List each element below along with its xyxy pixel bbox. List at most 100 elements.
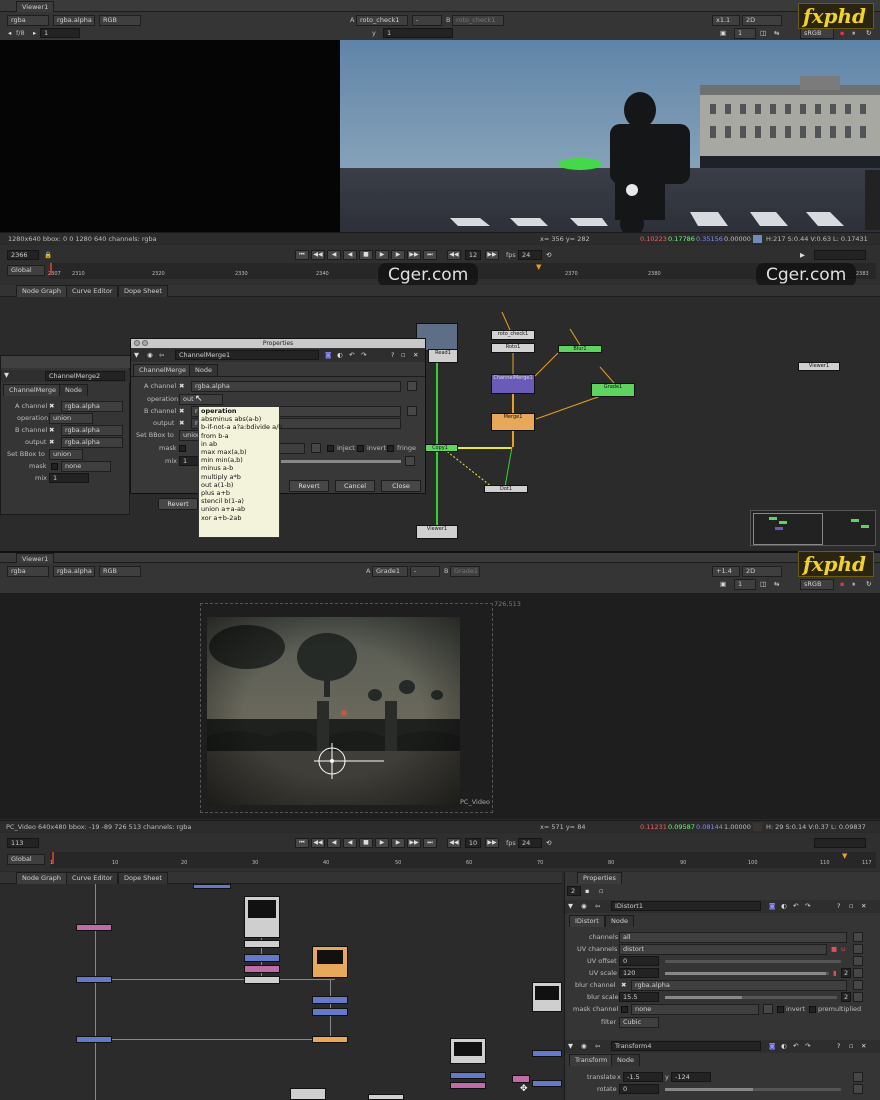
zoom-dropdown[interactable]: +1.4 — [712, 566, 740, 577]
flip-icon[interactable]: ⇆ — [774, 579, 779, 589]
bottom-node-graph-canvas[interactable]: ✥ — [0, 884, 562, 1100]
playhead-marker[interactable]: ▼ — [536, 263, 541, 271]
a-channel-link-button[interactable] — [407, 381, 417, 391]
node-thumbnail-bottom[interactable] — [450, 1038, 486, 1064]
proxy-dropdown[interactable]: 1 — [734, 579, 756, 590]
close-panel-icon[interactable]: ✕ — [861, 901, 866, 911]
a-channel-check-icon[interactable]: ✖ — [49, 401, 54, 411]
uv-offset-field[interactable]: 0 — [619, 956, 659, 966]
preview-icon[interactable]: ⇦ — [595, 901, 600, 911]
step-back-icon[interactable]: ◀ — [327, 838, 341, 848]
node-pink[interactable] — [76, 924, 112, 931]
pause-icon[interactable]: ⏸ — [852, 28, 855, 38]
menu-item-minus[interactable]: minus a-b — [199, 464, 279, 472]
node-pink[interactable] — [450, 1082, 486, 1089]
merge-node[interactable]: Merge1 — [491, 413, 535, 431]
mix-anim-button[interactable] — [405, 456, 415, 466]
loop-icon[interactable]: ⟲ — [546, 250, 551, 260]
channels-dropdown[interactable]: all — [619, 932, 847, 943]
uv-scale-field[interactable]: 120 — [619, 968, 659, 978]
redo-icon[interactable]: ↷ — [361, 350, 366, 360]
step-forward-icon[interactable]: ▶ — [391, 250, 405, 260]
invert-checkbox[interactable] — [357, 445, 364, 452]
play-backward-icon[interactable]: ◀ — [343, 838, 357, 848]
grade-node[interactable]: Grade1 — [591, 383, 635, 397]
tab-curve-editor[interactable]: Curve Editor — [66, 872, 119, 884]
in-point-marker[interactable] — [50, 263, 52, 275]
tab-channelmerge[interactable]: ChannelMerge — [3, 384, 62, 396]
gamma-field[interactable]: 1 — [383, 28, 453, 38]
node-blue[interactable] — [244, 954, 280, 962]
preview-icon[interactable]: ⇦ — [595, 1041, 600, 1051]
menu-item-from[interactable]: from b-a — [199, 432, 279, 440]
skip-back-icon[interactable]: ◀◀ — [447, 250, 461, 260]
menu-item-out[interactable]: out a(1-b) — [199, 481, 279, 489]
a-input-dropdown[interactable]: roto_check1 — [356, 15, 408, 26]
flip-icon[interactable]: ⇆ — [774, 28, 779, 38]
last-frame-icon[interactable]: ⏭ — [423, 838, 437, 848]
undo-icon[interactable]: ↶ — [793, 1041, 798, 1051]
menu-item-multiply[interactable]: multiply a*b — [199, 473, 279, 481]
mask-link-button[interactable] — [311, 443, 321, 453]
uv-offset-anim-button[interactable] — [853, 956, 863, 966]
zoom-dropdown[interactable]: x1.1 — [712, 15, 740, 26]
tab-node-graph[interactable]: Node Graph — [16, 872, 67, 884]
node-blue[interactable] — [76, 976, 112, 983]
output-check-icon[interactable]: ✖ — [49, 437, 54, 447]
roto-node[interactable]: Roto1 — [491, 343, 535, 353]
tab-dope-sheet[interactable]: Dope Sheet — [118, 285, 168, 297]
compare-op-dropdown[interactable]: - — [410, 566, 440, 577]
left-arrow-icon[interactable]: ◂ — [8, 28, 11, 38]
tab-node[interactable]: Node — [611, 1054, 640, 1066]
flipbook-field[interactable] — [814, 250, 866, 260]
translate-x-field[interactable]: -1.5 — [623, 1072, 663, 1082]
float-icon[interactable]: ▫ — [401, 350, 405, 360]
b-channel-link-button[interactable] — [407, 406, 417, 416]
proxy-dropdown[interactable]: 1 — [734, 28, 756, 39]
menu-item-absminus[interactable]: absminus abs(a-b) — [199, 415, 279, 423]
scope-dropdown[interactable]: Global — [7, 265, 45, 276]
mask-checkbox[interactable] — [51, 463, 58, 470]
alpha-channel-dropdown[interactable]: rgba.alpha — [53, 15, 95, 26]
b-channel-dropdown[interactable]: rgba.alpha — [61, 425, 123, 436]
mask-checkbox[interactable] — [621, 1006, 628, 1013]
rotate-slider[interactable] — [665, 1088, 841, 1091]
clear-panels-icon[interactable]: ▫ — [599, 886, 603, 896]
node-blue[interactable] — [312, 996, 348, 1004]
tab-dope-sheet[interactable]: Dope Sheet — [118, 872, 168, 884]
color-picker-icon[interactable]: ◙ — [325, 350, 331, 360]
channels-dropdown[interactable]: rgba — [7, 15, 49, 26]
dot-node[interactable]: Dot1 — [484, 485, 528, 493]
a-channel-check-icon[interactable]: ✖ — [179, 381, 184, 391]
mask-dropdown[interactable]: none — [61, 461, 111, 472]
right-arrow-icon[interactable]: ▸ — [33, 28, 36, 38]
help-icon[interactable]: ? — [837, 1041, 840, 1051]
node-name-field[interactable]: ChannelMerge2 — [45, 371, 125, 381]
menu-item-stencil[interactable]: stencil b(1-a) — [199, 497, 279, 505]
lut-dropdown[interactable]: sRGB — [800, 28, 834, 39]
mask-checkbox[interactable] — [179, 445, 186, 452]
refresh-icon[interactable]: ↻ — [866, 28, 871, 38]
help-icon[interactable]: ? — [837, 901, 840, 911]
collapse-icon[interactable]: ▼ — [568, 1041, 573, 1051]
step-forward-icon[interactable]: ▶ — [391, 838, 405, 848]
color-picker-icon[interactable]: ◙ — [769, 1041, 775, 1051]
flipbook-field[interactable] — [814, 838, 866, 848]
blur-scale-slider[interactable] — [665, 996, 837, 999]
current-frame-field[interactable]: 113 — [7, 838, 39, 848]
revert-button-back[interactable]: Revert — [158, 498, 198, 510]
translate-anim-button[interactable] — [853, 1072, 863, 1082]
lock-icon[interactable]: 🔒 — [44, 250, 52, 260]
inject-checkbox[interactable] — [327, 445, 334, 452]
translate-y-field[interactable]: -124 — [671, 1072, 711, 1082]
close-button[interactable]: Close — [381, 480, 421, 492]
output-node[interactable]: Viewer1 — [798, 362, 840, 371]
playhead-marker[interactable]: ▼ — [842, 852, 847, 860]
swatch-icon[interactable]: ◐ — [337, 350, 343, 360]
undo-icon[interactable]: ↶ — [349, 350, 354, 360]
lut-dropdown[interactable]: sRGB — [800, 579, 834, 590]
menu-item-min[interactable]: min min(a,b) — [199, 456, 279, 464]
top-viewer-canvas[interactable] — [0, 40, 880, 232]
collapse-icon[interactable]: ▼ — [4, 370, 9, 380]
mask-link-button[interactable] — [763, 1004, 773, 1014]
